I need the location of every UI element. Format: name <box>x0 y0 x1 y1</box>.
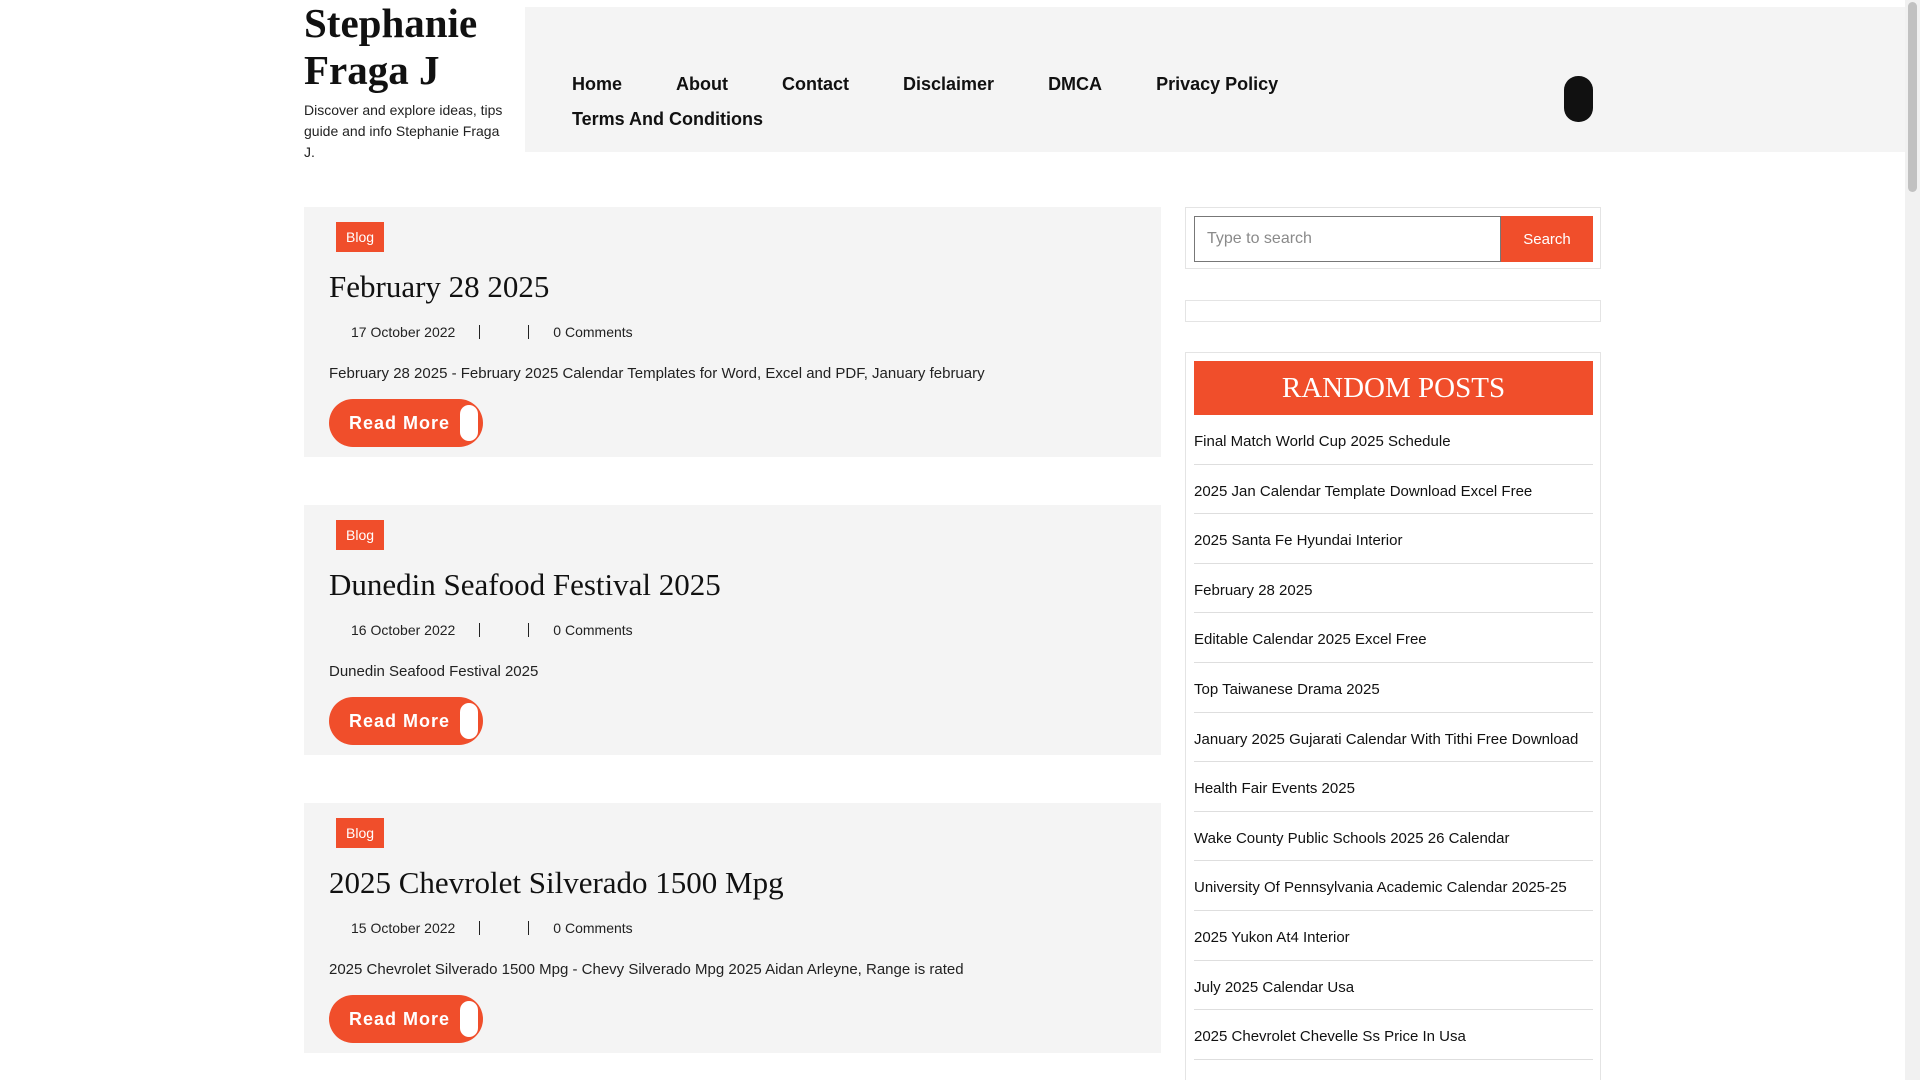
post-excerpt: February 28 2025 - February 2025 Calenda… <box>329 365 985 382</box>
category-badge[interactable]: Blog <box>336 818 385 848</box>
site-title-line1[interactable]: Stephanie <box>304 0 504 47</box>
post-card: Blog February 28 2025 17 October 2022 0 … <box>304 207 1161 457</box>
post-comments[interactable]: 0 Comments <box>553 920 632 936</box>
meta-divider <box>479 623 481 637</box>
post-excerpt: Dunedin Seafood Festival 2025 <box>329 663 539 680</box>
site-title-line2[interactable]: Fraga J <box>304 47 504 94</box>
site-title[interactable]: Stephanie Fraga J <box>304 0 504 94</box>
random-post-link[interactable]: Wake County Public Schools 2025 26 Calen… <box>1194 812 1593 862</box>
random-post-link[interactable]: Final Match World Cup 2025 Schedule <box>1194 415 1593 465</box>
random-post-link[interactable]: 2025 Jan Calendar Template Download Exce… <box>1194 465 1593 515</box>
main-navigation: Home About Contact Disclaimer DMCA Priva… <box>525 7 1920 152</box>
post-card: Blog 2025 Chevrolet Silverado 1500 Mpg 1… <box>304 803 1161 1053</box>
post-card: Blog Dunedin Seafood Festival 2025 16 Oc… <box>304 505 1161 755</box>
read-more-button[interactable]: Read More <box>329 399 483 447</box>
random-posts-widget: RANDOM POSTS Final Match World Cup 2025 … <box>1185 352 1601 1080</box>
read-more-pill-icon <box>460 1001 478 1037</box>
nav-item-terms[interactable]: Terms And Conditions <box>572 102 763 137</box>
nav-menu: Home About Contact Disclaimer DMCA Priva… <box>572 67 1352 137</box>
meta-divider <box>479 325 481 339</box>
random-post-link[interactable]: July 2025 Calendar Usa <box>1194 961 1593 1011</box>
post-comments[interactable]: 0 Comments <box>553 324 632 340</box>
nav-item-contact[interactable]: Contact <box>782 67 849 102</box>
read-more-label: Read More <box>349 413 451 433</box>
read-more-pill-icon <box>460 703 478 739</box>
nav-item-dmca[interactable]: DMCA <box>1048 67 1102 102</box>
site-brand: Stephanie Fraga J Discover and explore i… <box>304 0 504 163</box>
post-date[interactable]: 16 October 2022 <box>351 622 455 638</box>
nav-item-about[interactable]: About <box>676 67 728 102</box>
meta-divider <box>528 623 530 637</box>
read-more-label: Read More <box>349 711 451 731</box>
read-more-button[interactable]: Read More <box>329 995 483 1043</box>
random-post-link[interactable]: University Of Pennsylvania Academic Cale… <box>1194 861 1593 911</box>
post-meta: 15 October 2022 0 Comments <box>351 920 633 936</box>
post-date[interactable]: 15 October 2022 <box>351 920 455 936</box>
random-post-link[interactable]: Health Fair Events 2025 <box>1194 762 1593 812</box>
post-excerpt: 2025 Chevrolet Silverado 1500 Mpg - Chev… <box>329 961 964 978</box>
post-title[interactable]: Dunedin Seafood Festival 2025 <box>329 567 721 603</box>
random-post-link[interactable]: 2025 Santa Fe Hyundai Interior <box>1194 514 1593 564</box>
random-post-link[interactable]: Top Taiwanese Drama 2025 <box>1194 663 1593 713</box>
random-post-link[interactable]: 2025 Chevrolet Chevelle Ss Price In Usa <box>1194 1010 1593 1060</box>
page-scrollbar[interactable] <box>1905 0 1920 1080</box>
meta-divider <box>479 921 481 935</box>
post-title[interactable]: 2025 Chevrolet Silverado 1500 Mpg <box>329 865 784 901</box>
meta-divider <box>528 921 530 935</box>
search-widget: Search <box>1185 207 1601 269</box>
search-input[interactable] <box>1194 216 1501 262</box>
search-button[interactable]: Search <box>1501 216 1593 262</box>
menu-toggle-button[interactable] <box>1564 76 1593 122</box>
scrollbar-thumb[interactable] <box>1908 2 1917 192</box>
nav-item-privacy-policy[interactable]: Privacy Policy <box>1156 67 1278 102</box>
post-title[interactable]: February 28 2025 <box>329 269 549 305</box>
post-meta: 16 October 2022 0 Comments <box>351 622 633 638</box>
random-post-link[interactable]: January 2025 Gujarati Calendar With Tith… <box>1194 713 1593 763</box>
post-comments[interactable]: 0 Comments <box>553 622 632 638</box>
random-posts-list: Final Match World Cup 2025 Schedule 2025… <box>1194 415 1593 1060</box>
random-post-link[interactable]: Editable Calendar 2025 Excel Free <box>1194 613 1593 663</box>
category-badge[interactable]: Blog <box>336 520 385 550</box>
meta-divider <box>528 325 530 339</box>
nav-item-home[interactable]: Home <box>572 67 622 102</box>
post-meta: 17 October 2022 0 Comments <box>351 324 633 340</box>
read-more-button[interactable]: Read More <box>329 697 483 745</box>
nav-item-disclaimer[interactable]: Disclaimer <box>903 67 994 102</box>
random-posts-heading: RANDOM POSTS <box>1194 361 1593 415</box>
empty-widget <box>1185 300 1601 322</box>
read-more-label: Read More <box>349 1009 451 1029</box>
random-post-link[interactable]: 2025 Yukon At4 Interior <box>1194 911 1593 961</box>
site-tagline: Discover and explore ideas, tips guide a… <box>304 102 503 160</box>
category-badge[interactable]: Blog <box>336 222 385 252</box>
random-post-link[interactable]: February 28 2025 <box>1194 564 1593 614</box>
read-more-pill-icon <box>460 405 478 441</box>
post-date[interactable]: 17 October 2022 <box>351 324 455 340</box>
